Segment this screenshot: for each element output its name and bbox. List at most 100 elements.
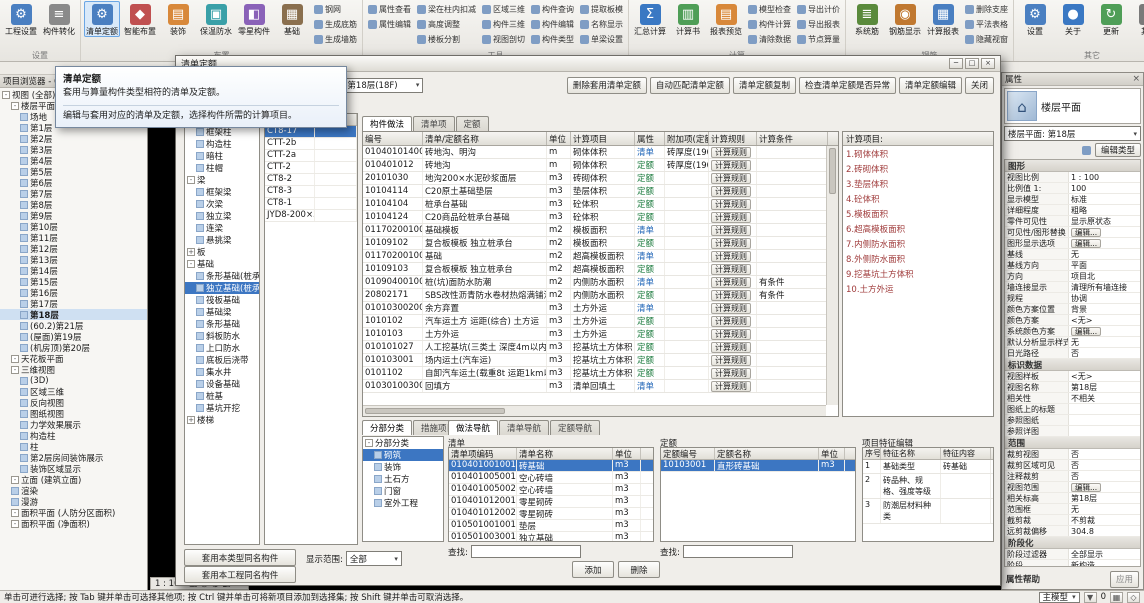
scrollbar-thumb[interactable] <box>829 148 836 194</box>
column-header[interactable]: 编号 <box>363 132 423 145</box>
ribbon-small-button[interactable]: 钢网 <box>312 2 359 17</box>
table-row[interactable]: 010401014001砖地沟、明沟m砌体体积清单砖厚度(190)计算规则 <box>363 146 838 159</box>
toolbar-button[interactable]: 删除套用清单定额 <box>567 77 647 94</box>
tree-item[interactable]: 设备基础 <box>185 378 259 390</box>
tree-item[interactable]: 装饰区域显示 <box>0 463 147 474</box>
calc-item[interactable]: 4.砼体积 <box>843 191 993 206</box>
table-row[interactable]: 10109103复合板模板 独立桩承台m2超高模板面积定额计算规则 <box>363 263 838 276</box>
ribbon-small-button[interactable]: 模型检查 <box>746 2 793 17</box>
property-value[interactable]: 平面 <box>1069 260 1140 270</box>
calc-item[interactable]: 2.砖砌体积 <box>843 161 993 176</box>
filter-icon[interactable]: ▼ <box>1084 592 1097 603</box>
column-header[interactable]: 清单/定额名称 <box>423 132 547 145</box>
tree-item[interactable]: 独立梁 <box>185 210 259 222</box>
ribbon-button[interactable]: ▦基础 <box>274 1 310 37</box>
tree-item[interactable]: 第17层 <box>0 298 147 309</box>
property-value[interactable]: 第18层 <box>1069 382 1140 392</box>
tree-item[interactable]: 渲染 <box>0 485 147 496</box>
calc-rule-button[interactable]: 计算规则 <box>711 199 751 210</box>
edit-button[interactable]: 编辑... <box>1071 327 1101 336</box>
table-row[interactable]: 20802171SBS改性沥青防水卷材热熔满铺法m2内侧防水面积定额计算规则有条… <box>363 289 838 302</box>
ribbon-small-button[interactable]: 高度调整 <box>415 17 478 32</box>
tree-item[interactable]: +楼梯 <box>185 414 259 426</box>
ribbon-small-button[interactable]: 构件计算 <box>746 17 793 32</box>
tree-item[interactable]: 第14层 <box>0 265 147 276</box>
calc-rule-button[interactable]: 计算规则 <box>711 329 751 340</box>
property-value[interactable]: 100 <box>1069 183 1140 193</box>
tree-item[interactable]: 第15层 <box>0 276 147 287</box>
tree-item[interactable]: 区域三维 <box>0 386 147 397</box>
ribbon-button[interactable]: ▣保温防水 <box>198 1 234 37</box>
tree-item[interactable]: -立面 (建筑立面) <box>0 474 147 485</box>
ribbon-small-button[interactable]: 导出计价 <box>795 2 842 17</box>
tree-item[interactable]: -基础 <box>185 258 259 270</box>
property-value[interactable]: 不相关 <box>1069 393 1140 403</box>
tree-item[interactable]: 力学效果展示 <box>0 419 147 430</box>
ribbon-small-button[interactable]: 楼板分割 <box>415 32 478 47</box>
ribbon-button[interactable]: ●关于 <box>1055 1 1091 37</box>
tree-item[interactable]: 柱帽 <box>185 162 259 174</box>
table-row[interactable]: 010101027人工挖基坑(三类土 深度4m以内)m3挖基坑土方体积定额计算规… <box>363 341 838 354</box>
calc-rule-button[interactable]: 计算规则 <box>711 290 751 301</box>
tab[interactable]: 做法导航 <box>448 420 498 435</box>
ribbon-button[interactable]: ⚙工程设置 <box>3 1 39 37</box>
property-value[interactable]: 协调 <box>1069 293 1140 303</box>
tree-expander-icon[interactable]: - <box>11 476 19 484</box>
property-value[interactable]: 304.8 <box>1069 526 1140 536</box>
tree-item[interactable]: -面积平面 (净面积) <box>0 518 147 529</box>
column-header[interactable]: 计算条件 <box>757 132 828 145</box>
property-value[interactable]: 背景 <box>1069 304 1140 314</box>
tree-item[interactable]: 第12层 <box>0 243 147 254</box>
column-header[interactable]: 定额编号 <box>661 448 715 459</box>
table-row[interactable]: 10104104桩承台基础m3砼体积定额计算规则 <box>363 198 838 211</box>
property-value[interactable]: 显示原状态 <box>1069 216 1140 226</box>
calc-rule-button[interactable]: 计算规则 <box>711 225 751 236</box>
toolbar-button[interactable]: 清单定额编辑 <box>899 77 962 94</box>
table-row[interactable]: 20101030地沟200×水泥砂浆面层m3砖砌体积定额计算规则 <box>363 172 838 185</box>
tree-expander-icon[interactable]: - <box>11 509 19 517</box>
table-row[interactable]: 010401001001砖基础m3 <box>449 460 653 472</box>
calc-rule-button[interactable]: 计算规则 <box>711 368 751 379</box>
calc-item[interactable]: 3.垫层体积 <box>843 176 993 191</box>
table-row[interactable]: JYD8-200×300 <box>265 210 357 222</box>
property-value[interactable]: 第18层 <box>1069 493 1140 503</box>
tree-item[interactable]: 第9层 <box>0 210 147 221</box>
property-value[interactable]: <无> <box>1069 371 1140 381</box>
table-row[interactable]: CT8-1 <box>265 198 357 210</box>
tab[interactable]: 清单项 <box>413 116 455 131</box>
table-row[interactable]: 10104114C20原土基础垫层m3垫层体积定额计算规则 <box>363 185 838 198</box>
ribbon-button[interactable]: ▥计算书 <box>670 1 706 37</box>
close-icon[interactable]: × <box>981 58 995 69</box>
column-header[interactable]: 单位 <box>819 448 845 459</box>
pin-icon[interactable]: ◇ <box>1127 592 1140 603</box>
column-header[interactable]: 特征内容 <box>941 448 991 459</box>
calc-item[interactable]: 1.砌体体积 <box>843 146 993 161</box>
floor-select[interactable]: 第18层(18F)▾ <box>343 78 423 93</box>
edit-button[interactable]: 编辑... <box>1071 228 1101 237</box>
tree-item[interactable]: 连梁 <box>185 222 259 234</box>
ribbon-button[interactable]: ⚙清单定额 <box>84 1 120 37</box>
property-value[interactable]: 编辑... <box>1069 326 1140 336</box>
tree-item[interactable]: 暗柱 <box>185 150 259 162</box>
property-value[interactable] <box>1069 404 1140 414</box>
table-row[interactable]: 10104124C20商品砼桩承台基础m3砼体积定额计算规则 <box>363 211 838 224</box>
ribbon-small-button[interactable]: 构件查询 <box>529 2 576 17</box>
quota-find-input[interactable] <box>683 545 793 558</box>
calc-rule-button[interactable]: 计算规则 <box>711 173 751 184</box>
property-value[interactable]: 项目北 <box>1069 271 1140 281</box>
type-selector[interactable]: ⌂ 楼层平面 <box>1004 88 1141 124</box>
tree-item[interactable]: 第7层 <box>0 188 147 199</box>
ribbon-button[interactable]: ≣系统筋 <box>849 1 885 37</box>
calc-item[interactable]: 10.土方外运 <box>843 281 993 296</box>
tree-item[interactable]: 柱 <box>0 441 147 452</box>
property-value[interactable]: <无> <box>1069 315 1140 325</box>
ribbon-small-button[interactable]: 删除支座 <box>963 2 1010 17</box>
tree-item[interactable]: 第2层 <box>0 133 147 144</box>
property-value[interactable]: 编辑... <box>1069 227 1140 237</box>
column-header[interactable]: 附加项(定额) <box>665 132 709 145</box>
calc-rule-button[interactable]: 计算规则 <box>711 251 751 262</box>
tree-item[interactable]: 悬挑梁 <box>185 234 259 246</box>
maximize-icon[interactable]: □ <box>965 58 979 69</box>
tree-item[interactable]: 桩基 <box>185 390 259 402</box>
property-value[interactable]: 1 : 100 <box>1069 172 1140 182</box>
